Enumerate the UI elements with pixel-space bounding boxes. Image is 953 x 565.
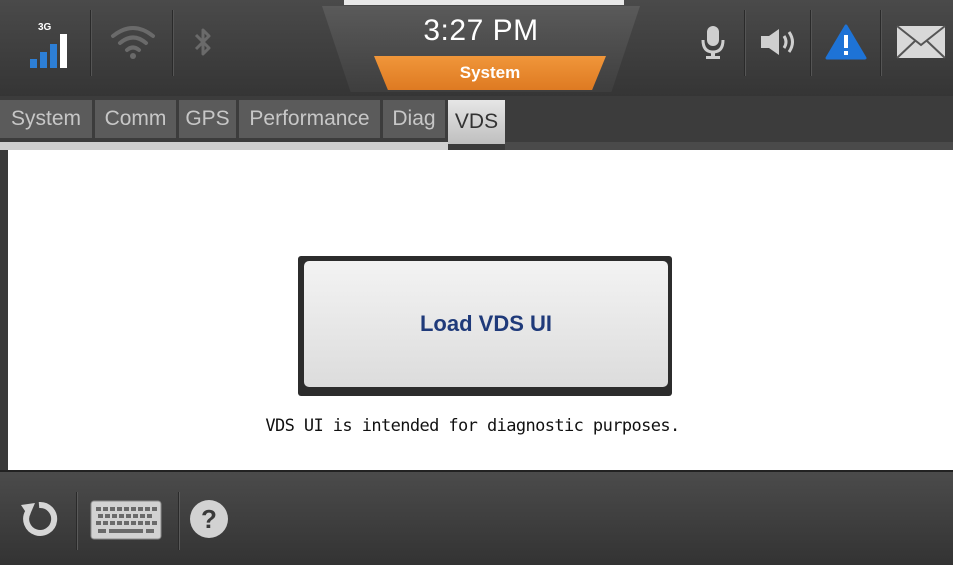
divider: [744, 10, 745, 76]
tab-bar: System Comm GPS Performance Diag VDS: [0, 96, 953, 144]
alert-icon[interactable]: [820, 20, 872, 64]
vds-description: VDS UI is intended for diagnostic purpos…: [265, 416, 680, 436]
status-bar: 3G 3:27 PM System: [0, 0, 953, 96]
help-glyph: ?: [201, 503, 217, 534]
vds-panel: Load VDS UI VDS UI is intended for diagn…: [8, 150, 953, 470]
tab-gps[interactable]: GPS: [179, 100, 236, 138]
tab-underline: [505, 142, 953, 150]
tab-system[interactable]: System: [0, 100, 92, 138]
divider: [880, 10, 881, 76]
speaker-icon: [756, 20, 802, 64]
divider: [90, 10, 91, 76]
divider: [172, 10, 173, 76]
clock-top-strip: [344, 0, 624, 5]
bluetooth-icon: [186, 20, 220, 64]
microphone-icon: [696, 20, 730, 64]
bottom-bar: ?: [0, 470, 953, 565]
divider: [810, 10, 811, 76]
app-indicator-label: System: [459, 63, 521, 82]
network-type-label: 3G: [38, 22, 52, 33]
clock-time: 3:27 PM: [423, 14, 539, 47]
divider: [178, 492, 179, 550]
divider: [76, 492, 77, 550]
load-vds-ui-button[interactable]: Load VDS UI: [304, 261, 668, 387]
tab-underline: [0, 142, 448, 150]
keyboard-icon[interactable]: [88, 498, 164, 542]
tab-vds[interactable]: VDS: [448, 100, 505, 144]
wifi-icon: [104, 20, 162, 64]
mail-icon[interactable]: [894, 20, 948, 64]
help-icon[interactable]: ?: [190, 500, 228, 538]
refresh-icon[interactable]: [16, 496, 62, 542]
tab-diag[interactable]: Diag: [383, 100, 445, 138]
clock-panel: 3:27 PM System: [322, 0, 640, 96]
tab-comm[interactable]: Comm: [95, 100, 176, 138]
tab-performance[interactable]: Performance: [239, 100, 380, 138]
